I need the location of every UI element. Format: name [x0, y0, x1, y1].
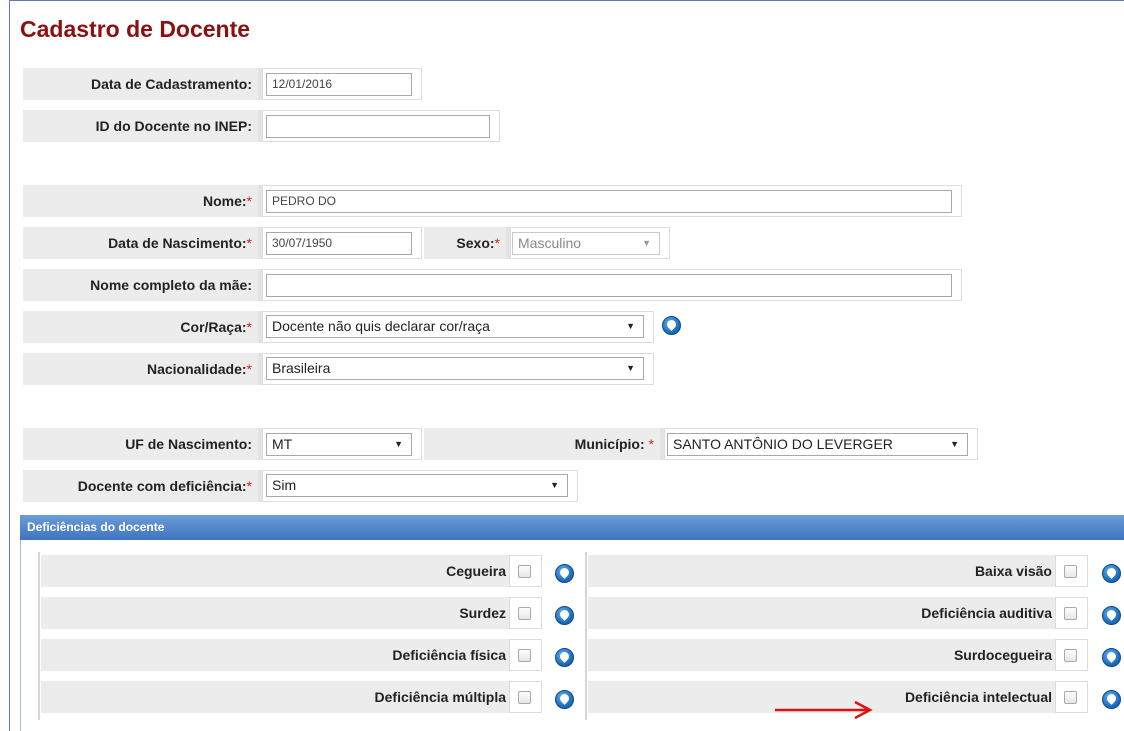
window-left-border: [9, 0, 10, 731]
nacionalidade-label: Nacionalidade:*: [23, 353, 258, 385]
deficiencias-panel-header: Deficiências do docente: [20, 515, 1124, 540]
sexo-label: Sexo:*: [424, 227, 506, 259]
cor-raca-label: Cor/Raça:*: [23, 311, 258, 343]
deficiencia-multipla-checkbox[interactable]: [518, 691, 531, 704]
nome-label: Nome:*: [23, 185, 258, 217]
deficiencia-fisica-checkbox[interactable]: [518, 649, 531, 662]
row-divider: [38, 552, 40, 720]
dropdown-arrow-icon: ▼: [394, 439, 403, 449]
municipio-label: Município: *: [424, 428, 660, 460]
help-icon[interactable]: [1102, 564, 1121, 583]
surdez-cell: [509, 597, 542, 629]
data-nascimento-field[interactable]: 30/07/1950: [266, 232, 412, 255]
data-cadastramento-label: Data de Cadastramento:: [23, 68, 258, 100]
dropdown-arrow-icon: ▼: [626, 363, 635, 373]
help-icon[interactable]: [662, 316, 681, 335]
deficiencia-auditiva-cell: [1055, 597, 1088, 629]
dropdown-arrow-icon: ▼: [950, 439, 959, 449]
nome-field[interactable]: PEDRO DO: [266, 190, 952, 213]
cegueira-checkbox[interactable]: [518, 565, 531, 578]
surdocegueira-label: Surdocegueira: [588, 639, 1055, 671]
surdez-checkbox[interactable]: [518, 607, 531, 620]
data-nascimento-label: Data de Nascimento:*: [23, 227, 258, 259]
help-icon[interactable]: [1102, 648, 1121, 667]
help-icon[interactable]: [555, 564, 574, 583]
help-icon[interactable]: [555, 648, 574, 667]
dropdown-arrow-icon: ▼: [626, 321, 635, 331]
baixa-visao-label: Baixa visão: [588, 555, 1055, 587]
dropdown-arrow-icon: ▼: [642, 238, 651, 248]
help-icon[interactable]: [1102, 690, 1121, 709]
deficiencia-auditiva-checkbox[interactable]: [1064, 607, 1077, 620]
uf-nascimento-select[interactable]: MT ▼: [266, 433, 412, 456]
baixa-visao-checkbox[interactable]: [1064, 565, 1077, 578]
deficiencia-fisica-cell: [509, 639, 542, 671]
municipio-select[interactable]: SANTO ANTÔNIO DO LEVERGER ▼: [667, 433, 968, 456]
red-arrow-icon: [775, 700, 873, 720]
deficiencia-intelectual-cell: [1055, 681, 1088, 713]
surdocegueira-checkbox[interactable]: [1064, 649, 1077, 662]
deficiencia-auditiva-label: Deficiência auditiva: [588, 597, 1055, 629]
dropdown-arrow-icon: ▼: [550, 480, 559, 490]
sexo-select[interactable]: Masculino ▼: [512, 232, 660, 255]
deficiencia-label: Docente com deficiência:*: [23, 470, 258, 502]
help-icon[interactable]: [555, 606, 574, 625]
baixa-visao-cell: [1055, 555, 1088, 587]
help-icon[interactable]: [555, 690, 574, 709]
cor-raca-select[interactable]: Docente não quis declarar cor/raça ▼: [266, 315, 644, 338]
deficiencia-intelectual-checkbox[interactable]: [1064, 691, 1077, 704]
window-top-border: [9, 0, 1124, 1]
deficiencia-multipla-label: Deficiência múltipla: [41, 681, 509, 713]
cegueira-label: Cegueira: [41, 555, 509, 587]
page-title: Cadastro de Docente: [20, 16, 251, 42]
id-inep-field[interactable]: [266, 115, 490, 138]
deficiencia-fisica-label: Deficiência física: [41, 639, 509, 671]
deficiencia-multipla-cell: [509, 681, 542, 713]
id-inep-label: ID do Docente no INEP:: [23, 110, 258, 142]
data-cadastramento-field[interactable]: 12/01/2016: [266, 73, 412, 96]
deficiencia-select[interactable]: Sim ▼: [266, 474, 568, 497]
help-icon[interactable]: [1102, 606, 1121, 625]
surdocegueira-cell: [1055, 639, 1088, 671]
nome-mae-field[interactable]: [266, 274, 952, 297]
surdez-label: Surdez: [41, 597, 509, 629]
nacionalidade-select[interactable]: Brasileira ▼: [266, 357, 644, 380]
column-divider: [585, 552, 587, 720]
cegueira-cell: [509, 555, 542, 587]
nome-mae-label: Nome completo da mãe:: [23, 269, 258, 301]
uf-nascimento-label: UF de Nascimento:: [23, 428, 258, 460]
